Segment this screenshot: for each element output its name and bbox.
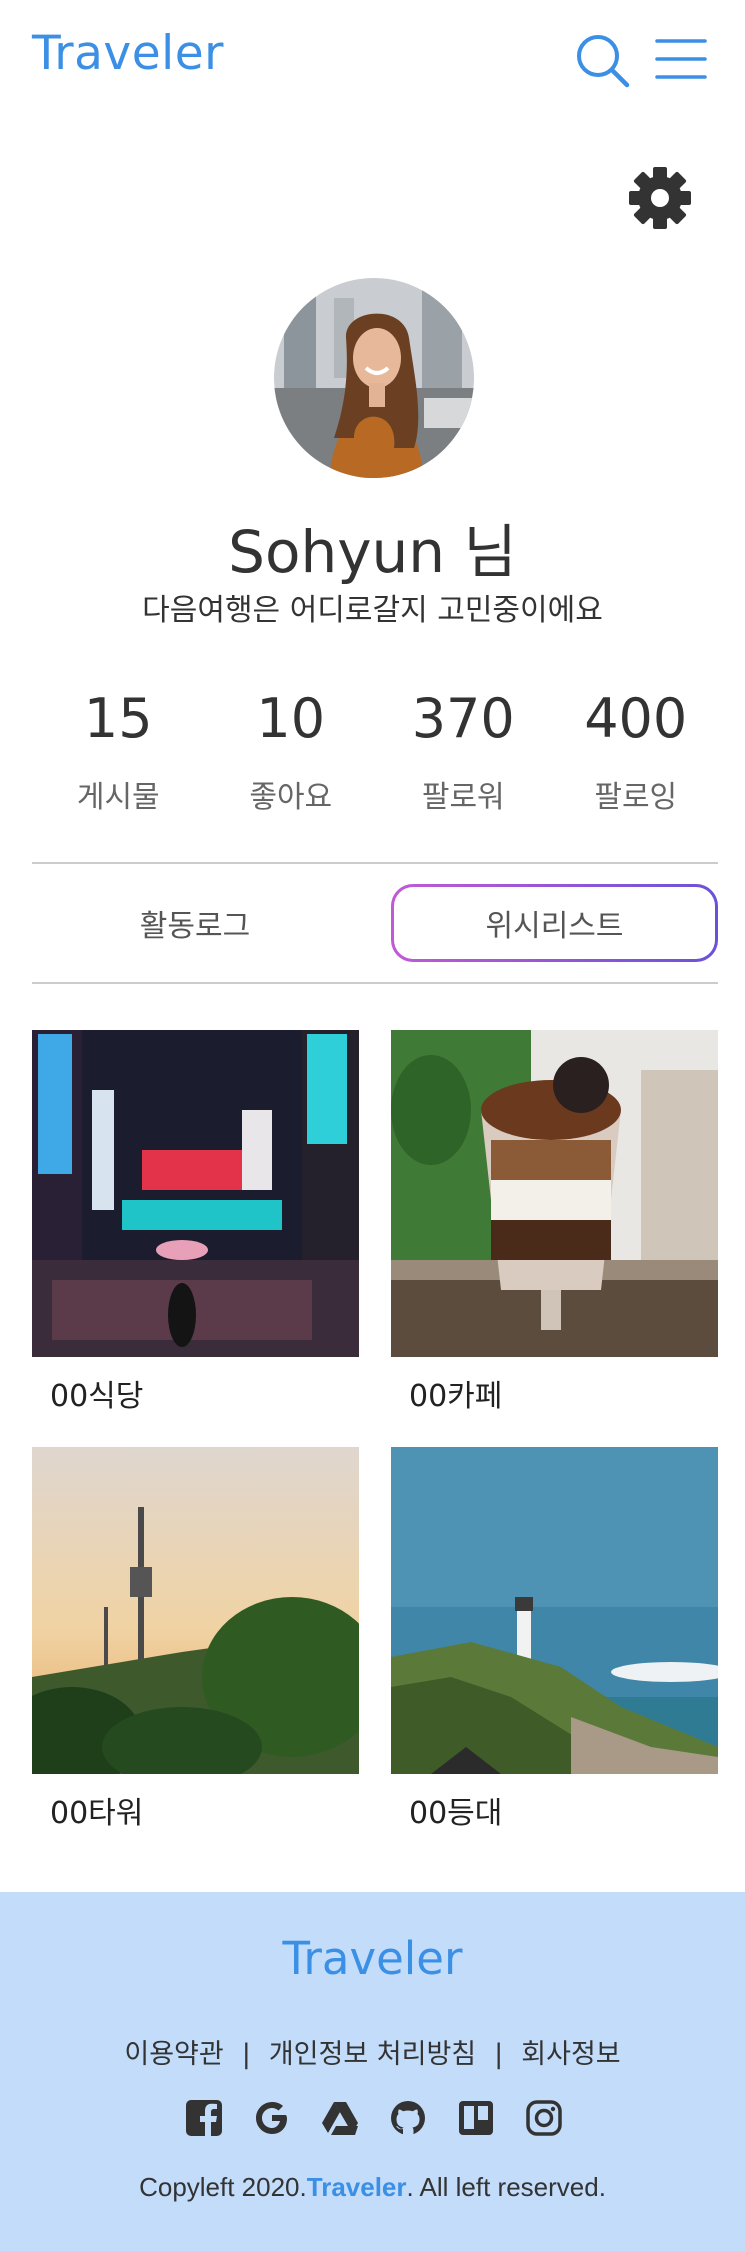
divider [32, 862, 718, 864]
stat-value: 15 [83, 687, 153, 750]
copyright: Copyleft 2020.Traveler. All left reserve… [0, 2172, 745, 2203]
profile-stats: 15 게시물 10 좋아요 370 팔로워 400 팔로잉 [32, 680, 722, 830]
google-icon[interactable] [252, 2098, 292, 2138]
facebook-icon[interactable] [184, 2098, 224, 2138]
wishlist-card[interactable]: 00카페 [391, 1030, 718, 1415]
copyright-prefix: Copyleft 2020. [139, 2172, 307, 2202]
stat-posts[interactable]: 15 게시물 [32, 680, 205, 830]
stat-value: 400 [584, 687, 688, 750]
restaurant-street-image [32, 1030, 359, 1357]
footer-link-privacy[interactable]: 개인정보 처리방침 [269, 2039, 476, 2070]
github-icon[interactable] [388, 2098, 428, 2138]
avatar[interactable] [274, 278, 474, 478]
stat-followers[interactable]: 370 팔로워 [377, 680, 550, 830]
wishlist-caption: 00식당 [50, 1379, 144, 1414]
profile-bio: 다음여행은 어디로갈지 고민중이에요 [142, 593, 603, 628]
wishlist-caption: 00등대 [409, 1796, 503, 1831]
footer-separator: | [241, 2039, 251, 2070]
footer-link-company[interactable]: 회사정보 [521, 2039, 620, 2070]
gear-icon [629, 167, 691, 229]
stat-label: 게시물 [76, 780, 160, 815]
copyright-suffix: . All left reserved. [406, 2172, 606, 2202]
google-drive-icon[interactable] [320, 2098, 360, 2138]
tab-activity-log[interactable]: 활동로그 [32, 884, 358, 962]
wishlist-caption: 00타워 [50, 1796, 144, 1831]
stat-label: 팔로잉 [594, 780, 678, 815]
avatar-photo [274, 278, 474, 478]
footer-link-terms[interactable]: 이용약관 [124, 2039, 223, 2070]
tower-landscape-image [32, 1447, 359, 1774]
settings-button[interactable] [628, 166, 692, 230]
footer-separator: | [494, 2039, 504, 2070]
search-icon [577, 35, 630, 88]
copyright-brand[interactable]: Traveler [307, 2172, 407, 2202]
lighthouse-coast-image [391, 1447, 718, 1774]
menu-button[interactable] [655, 38, 707, 80]
cafe-dessert-image [391, 1030, 718, 1357]
search-button[interactable] [574, 32, 630, 88]
footer-logo[interactable]: Traveler [0, 1932, 745, 1985]
hamburger-menu-icon [655, 39, 707, 79]
wishlist-card[interactable]: 00타워 [32, 1447, 359, 1832]
stat-following[interactable]: 400 팔로잉 [550, 680, 723, 830]
stat-label: 좋아요 [249, 780, 333, 815]
logo[interactable]: Traveler [32, 26, 224, 81]
wishlist-card[interactable]: 00식당 [32, 1030, 359, 1415]
tab-wishlist[interactable]: 위시리스트 [391, 884, 718, 962]
footer-links: 이용약관 | 개인정보 처리방침 | 회사정보 [0, 2032, 745, 2071]
instagram-icon[interactable] [524, 2098, 564, 2138]
stat-likes[interactable]: 10 좋아요 [205, 680, 378, 830]
stat-label: 팔로워 [421, 780, 505, 815]
footer: Traveler 이용약관 | 개인정보 처리방침 | 회사정보 Copyleft 20… [0, 1892, 745, 2251]
wishlist-caption: 00카페 [409, 1379, 503, 1414]
header: Traveler [0, 0, 745, 120]
divider [32, 982, 718, 984]
profile-name: Sohyun 님 [228, 518, 517, 586]
stat-value: 10 [256, 687, 326, 750]
social-links [184, 2098, 564, 2142]
wishlist-card[interactable]: 00등대 [391, 1447, 718, 1832]
trello-icon[interactable] [456, 2098, 496, 2138]
stat-value: 370 [411, 687, 515, 750]
